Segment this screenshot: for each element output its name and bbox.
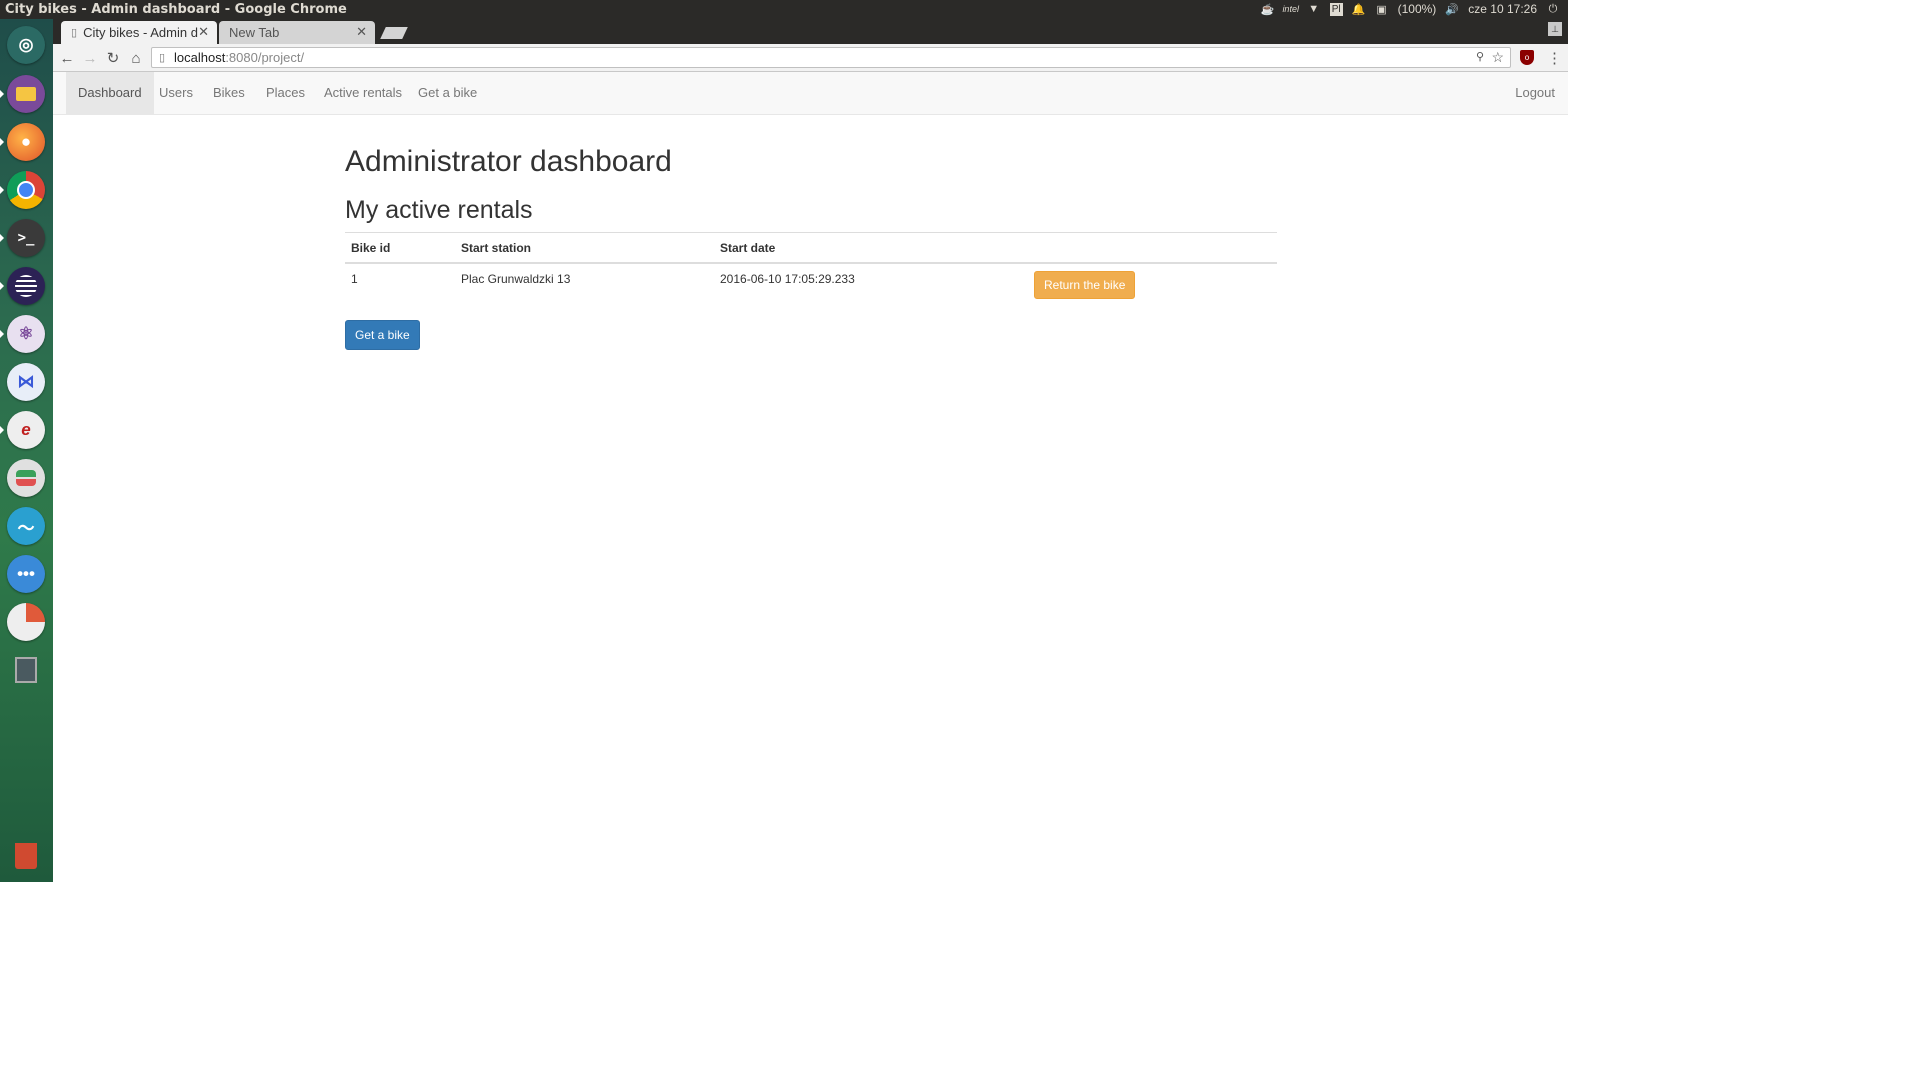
terminal-icon[interactable]: >_: [7, 219, 45, 257]
keyboard-layout-indicator[interactable]: Pl: [1329, 2, 1343, 16]
table-header-row: Bike id Start station Start date: [345, 232, 1277, 264]
running-indicator: [0, 90, 4, 98]
column-header: Bike id: [345, 232, 455, 264]
battery-percent[interactable]: (100%): [1398, 2, 1437, 16]
running-indicator: [0, 234, 4, 242]
intel-icon[interactable]: intel: [1282, 2, 1299, 16]
return-bike-button[interactable]: Return the bike: [1034, 271, 1136, 299]
start-date-cell: 2016-06-10 17:05:29.233: [714, 262, 1028, 307]
wifi-icon[interactable]: ▼: [1307, 2, 1321, 16]
page-info-icon[interactable]: ▯: [159, 51, 165, 64]
os-top-panel: City bikes - Admin dashboard - Google Ch…: [0, 0, 1568, 19]
key-icon[interactable]: ⚲: [1476, 50, 1484, 63]
home-icon[interactable]: ⌂: [125, 47, 147, 69]
browser-toolbar: ← → ↻ ⌂ ▯ localhost:8080/project/ ⚲ ☆ o …: [53, 44, 1568, 72]
back-icon[interactable]: ←: [56, 47, 78, 69]
window-title: City bikes - Admin dashboard - Google Ch…: [5, 2, 347, 17]
close-tab-icon[interactable]: ✕: [356, 24, 367, 40]
close-tab-icon[interactable]: ✕: [198, 24, 209, 40]
chrome-icon[interactable]: [7, 171, 45, 209]
section-title: My active rentals: [345, 196, 533, 224]
reload-icon[interactable]: ↻: [102, 47, 124, 69]
messenger-icon[interactable]: 〜: [7, 507, 45, 545]
column-header: [1028, 232, 1277, 264]
pdf-editor-icon[interactable]: e: [7, 411, 45, 449]
trash-icon[interactable]: [7, 837, 45, 875]
tab-city-bikes[interactable]: ▯ City bikes - Admin d ✕: [61, 21, 217, 44]
vscode-icon[interactable]: ⋈: [7, 363, 45, 401]
atom-icon[interactable]: ⚛: [7, 315, 45, 353]
page-icon: ▯: [71, 27, 78, 39]
rentals-table: Bike id Start station Start date 1 Plac …: [345, 232, 1277, 307]
start-station-cell: Plac Grunwaldzki 13: [455, 262, 714, 307]
toggles-icon[interactable]: [7, 459, 45, 497]
url-path: :8080/project/: [225, 50, 305, 65]
pie-app-icon[interactable]: [7, 603, 45, 641]
address-bar[interactable]: ▯ localhost:8080/project/ ⚲ ☆: [151, 47, 1511, 68]
app-launcher: ◎ ● >_ ⚛ ⋈ e 〜 •••: [0, 19, 54, 882]
tab-strip: ▯ City bikes - Admin d ✕ New Tab ✕ ⊥: [53, 19, 1568, 44]
running-indicator: [0, 186, 4, 194]
notification-bell-icon[interactable]: 🔔: [1352, 2, 1366, 16]
running-indicator: [0, 138, 4, 146]
web-page: Dashboard Users Bikes Places Active rent…: [53, 72, 1568, 882]
eclipse-icon[interactable]: [7, 267, 45, 305]
page-title: Administrator dashboard: [345, 145, 672, 178]
files-icon[interactable]: [7, 75, 45, 113]
column-header: Start date: [714, 232, 1028, 264]
table-row: 1 Plac Grunwaldzki 13 2016-06-10 17:05:2…: [345, 262, 1277, 307]
power-icon[interactable]: ⏻: [1546, 2, 1560, 16]
browser-window: ▯ City bikes - Admin d ✕ New Tab ✕ ⊥ ← →…: [53, 19, 1568, 882]
nav-get-a-bike[interactable]: Get a bike: [406, 72, 489, 114]
battery-icon[interactable]: ▣: [1375, 2, 1389, 16]
tab-title: City bikes - Admin d: [83, 25, 198, 40]
nav-logout[interactable]: Logout: [1503, 72, 1567, 114]
chrome-menu-icon[interactable]: ⋮: [1547, 49, 1562, 67]
ubuntu-logo-icon[interactable]: ◎: [7, 26, 45, 64]
volume-icon[interactable]: 🔊: [1445, 2, 1459, 16]
clock[interactable]: cze 10 17:26: [1468, 2, 1537, 16]
action-cell: Return the bike: [1028, 262, 1277, 307]
running-indicator: [0, 282, 4, 290]
site-navbar: Dashboard Users Bikes Places Active rent…: [53, 72, 1568, 115]
nav-bikes[interactable]: Bikes: [201, 72, 257, 114]
url-host: localhost: [174, 50, 226, 65]
column-header: Start station: [455, 232, 714, 264]
profile-icon[interactable]: ⊥: [1548, 22, 1562, 36]
new-tab-button[interactable]: [380, 27, 408, 39]
ublock-extension-icon[interactable]: o: [1520, 50, 1534, 65]
running-indicator: [0, 330, 4, 338]
get-a-bike-button[interactable]: Get a bike: [345, 320, 420, 350]
search-app-icon[interactable]: [7, 651, 45, 689]
bookmark-star-icon[interactable]: ☆: [1491, 49, 1504, 66]
forward-icon[interactable]: →: [79, 47, 101, 69]
tab-title: New Tab: [229, 25, 280, 40]
more-apps-icon[interactable]: •••: [7, 555, 45, 593]
bike-id-cell: 1: [345, 262, 455, 307]
tab-new-tab[interactable]: New Tab ✕: [219, 21, 375, 44]
nav-places[interactable]: Places: [254, 72, 317, 114]
nav-users[interactable]: Users: [147, 72, 205, 114]
coffee-icon[interactable]: ☕: [1261, 2, 1275, 16]
firefox-icon[interactable]: ●: [7, 123, 45, 161]
running-indicator: [0, 426, 4, 434]
system-tray: ☕ intel ▼ Pl 🔔 ▣ (100%) 🔊 cze 10 17:26 ⏻: [1261, 2, 1560, 16]
nav-dashboard[interactable]: Dashboard: [66, 72, 154, 114]
nav-active-rentals[interactable]: Active rentals: [312, 72, 414, 114]
